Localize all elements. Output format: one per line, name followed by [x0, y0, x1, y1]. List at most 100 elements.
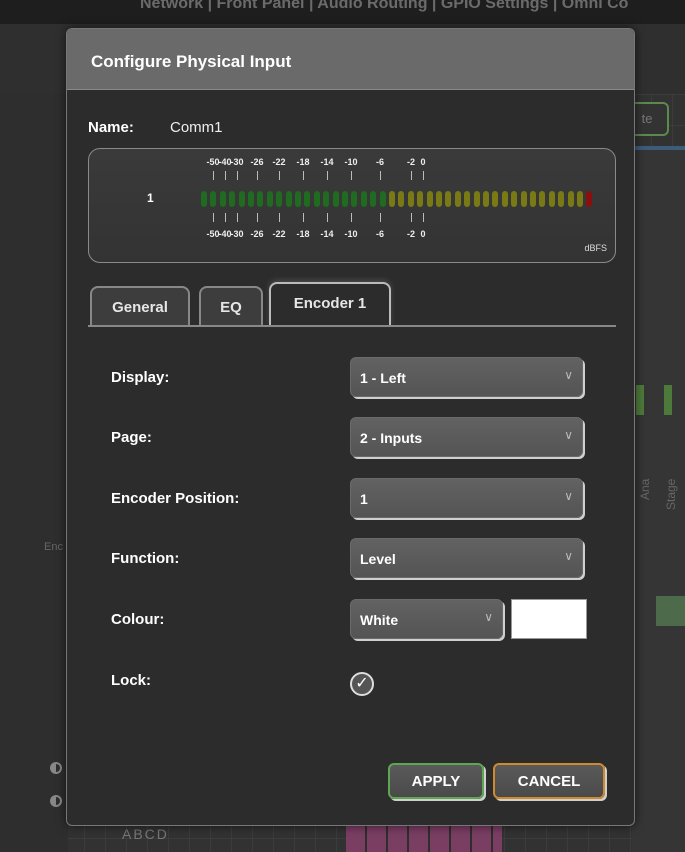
background-green-cell — [656, 596, 685, 626]
meter-tick-mark — [225, 171, 226, 180]
background-column-label: Ana — [638, 478, 652, 500]
level-meter: 1 dBFS -50 -40 -30 -26 -22 -18 -14 -10 -6 -2 0 -50-… — [88, 148, 616, 263]
configure-input-dialog: Configure Physical Input Name: Comm1 1 d… — [66, 28, 635, 826]
half-circle-icon — [50, 795, 62, 807]
background-meter — [664, 385, 672, 415]
tab-encoder-1[interactable]: Encoder 1 — [269, 282, 391, 326]
meter-tick-mark — [303, 171, 304, 180]
meter-scale-bottom-label: -6 — [375, 229, 385, 239]
page-value: 2 - Inputs — [360, 430, 423, 446]
meter-scale-bottom-label: -2 — [406, 229, 416, 239]
meter-tick-mark — [237, 171, 238, 180]
colour-value: White — [360, 612, 399, 628]
function-value: Level — [360, 551, 396, 567]
background-left-column — [0, 94, 68, 852]
meter-segment — [389, 191, 395, 207]
meter-segment — [248, 191, 254, 207]
dialog-title: Configure Physical Input — [91, 52, 292, 71]
meter-segment — [492, 191, 499, 207]
display-value: 1 - Left — [360, 370, 406, 386]
meter-scale-top-label: -22 — [272, 157, 286, 167]
meter-segment — [567, 191, 574, 207]
meter-segment — [313, 191, 320, 207]
meter-scale-bottom-label: -14 — [320, 229, 334, 239]
meter-tick-mark — [327, 171, 328, 180]
meter-segment — [360, 191, 367, 207]
meter-segment — [483, 191, 489, 207]
meter-segment — [436, 191, 442, 207]
meter-tick-mark — [411, 213, 412, 222]
meter-segment — [276, 191, 283, 207]
encoder-position-value: 1 — [360, 491, 368, 507]
meter-scale-bottom-label: -26 — [250, 229, 264, 239]
meter-tick-mark — [279, 171, 280, 180]
meter-scale-bottom-label: -18 — [296, 229, 310, 239]
lock-label: Lock: — [111, 672, 152, 689]
chevron-down-icon: ∨ — [564, 428, 573, 442]
half-circle-icon — [50, 762, 62, 774]
background-enc-label: Enc — [44, 541, 63, 553]
meter-tick-mark — [257, 213, 258, 222]
name-value: Comm1 — [170, 119, 223, 136]
meter-segment — [501, 191, 508, 207]
meter-segment — [520, 191, 527, 207]
meter-segment — [370, 191, 377, 207]
meter-tick-mark — [327, 213, 328, 222]
tab-label: General — [112, 299, 168, 316]
chevron-down-icon: ∨ — [484, 610, 493, 624]
background-column-label: Stage — [664, 478, 678, 510]
meter-scale-top-label: -10 — [344, 157, 358, 167]
meter-tick-mark — [423, 171, 424, 180]
colour-select[interactable]: White ∨ — [350, 599, 503, 639]
page-select[interactable]: 2 - Inputs ∨ — [350, 417, 583, 457]
meter-segment — [229, 191, 236, 207]
cancel-button[interactable]: CANCEL — [493, 763, 605, 799]
encoder-position-select[interactable]: 1 ∨ — [350, 478, 583, 518]
meter-tick-mark — [279, 213, 280, 222]
meter-tick-mark — [213, 171, 214, 180]
meter-unit-label: dBFS — [584, 243, 607, 253]
meter-scale-bottom-label: 0 — [420, 229, 426, 239]
meter-tick-mark — [213, 213, 214, 222]
background-meter — [636, 385, 644, 415]
display-label: Display: — [111, 369, 170, 386]
meter-segment — [473, 191, 480, 207]
meter-segment — [530, 191, 536, 207]
lock-checkbox[interactable]: ✓ — [350, 672, 374, 696]
meter-segment — [351, 191, 358, 207]
tab-general[interactable]: General — [90, 286, 190, 326]
meter-segment — [210, 191, 217, 207]
name-label: Name: — [88, 119, 134, 136]
chevron-down-icon: ∨ — [564, 368, 573, 382]
meter-segment — [586, 191, 593, 207]
meter-scale-top-label: -18 — [296, 157, 310, 167]
meter-scale-top-label: -14 — [320, 157, 334, 167]
meter-scale-top-label: -2 — [406, 157, 416, 167]
colour-swatch — [511, 599, 587, 639]
apply-button[interactable]: APPLY — [388, 763, 484, 799]
meter-segment — [548, 191, 555, 207]
background-top-nav: Network | Front Panel | Audio Routing | … — [0, 0, 685, 24]
meter-segment — [407, 191, 414, 207]
meter-segment — [398, 191, 405, 207]
tab-label: Encoder 1 — [293, 295, 367, 312]
meter-segment — [332, 191, 339, 207]
meter-segment — [577, 191, 583, 207]
meter-segment — [266, 191, 273, 207]
meter-tick-mark — [380, 171, 381, 180]
function-select[interactable]: Level ∨ — [350, 538, 583, 578]
chevron-down-icon: ∨ — [564, 549, 573, 563]
page-label: Page: — [111, 429, 152, 446]
meter-scale-bottom-label: -22 — [272, 229, 286, 239]
tab-eq[interactable]: EQ — [199, 286, 263, 326]
meter-segment — [417, 191, 424, 207]
meter-segment — [257, 191, 264, 207]
meter-scale-top-label: -30 — [230, 157, 244, 167]
meter-tick-mark — [380, 213, 381, 222]
meter-segment — [201, 191, 207, 207]
display-select[interactable]: 1 - Left ∨ — [350, 357, 583, 397]
meter-tick-mark — [423, 213, 424, 222]
meter-segment — [285, 191, 292, 207]
meter-segment — [426, 191, 433, 207]
background-pink-cells — [346, 822, 502, 852]
